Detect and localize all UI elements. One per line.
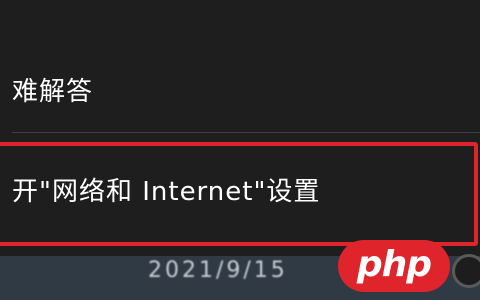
php-watermark-logo: php (338, 240, 450, 292)
menu-divider (12, 132, 480, 133)
menu-item-troubleshoot-label: 难解答 (12, 76, 94, 107)
php-watermark-text: php (356, 243, 432, 285)
menu-item-troubleshoot[interactable]: 难解答 (12, 66, 480, 112)
desktop-screen: 难解答 开"网络和 Internet"设置 2021/9/15 php (0, 0, 480, 300)
annotation-highlight-box (0, 142, 478, 246)
tray-circle-icon[interactable] (452, 254, 480, 288)
taskbar-clock[interactable]: 2021/9/15 (148, 258, 288, 283)
